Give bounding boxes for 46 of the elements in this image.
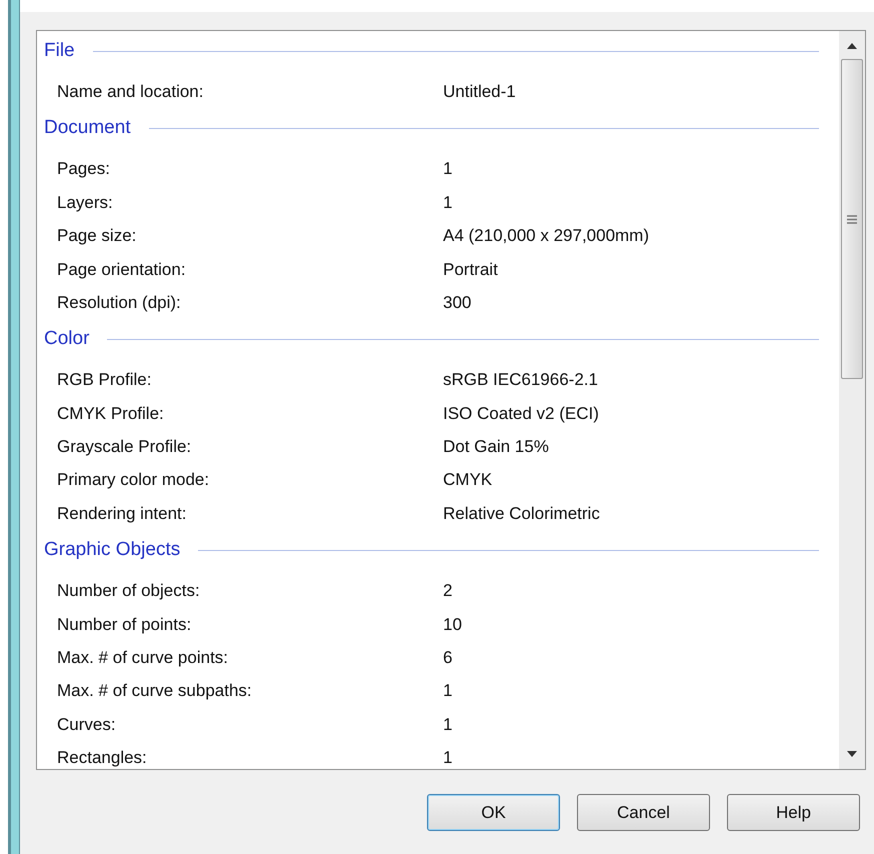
scrollbar-thumb[interactable] xyxy=(841,59,863,379)
property-value: 2 xyxy=(443,580,452,602)
property-value: Relative Colorimetric xyxy=(443,502,600,525)
dialog-button[interactable]: Cancel xyxy=(577,794,710,831)
property-value: A4 (210,000 x 297,000mm) xyxy=(443,225,650,248)
scrollbar[interactable] xyxy=(839,31,865,769)
property-label: Primary color mode: xyxy=(57,469,210,492)
scroll-up-icon[interactable] xyxy=(847,43,857,49)
property-label: Number of objects: xyxy=(57,580,201,602)
property-label: Layers: xyxy=(57,192,114,214)
property-label: Max. # of curve subpaths: xyxy=(57,680,253,702)
property-value: 300 xyxy=(443,292,472,314)
dialog-button[interactable]: Help xyxy=(727,794,860,831)
property-value: 1 xyxy=(443,680,452,702)
property-label: Curves: xyxy=(57,714,117,736)
property-value: Portrait xyxy=(443,258,498,280)
property-label: Number of points: xyxy=(57,614,192,636)
property-label: Name and location: xyxy=(57,80,204,103)
property-label: Rendering intent: xyxy=(57,502,188,525)
property-label: RGB Profile: xyxy=(57,369,152,392)
property-value: 1 xyxy=(443,747,452,769)
property-label: Pages: xyxy=(57,158,111,180)
property-label: Rectangles: xyxy=(57,747,148,769)
property-label: Page size: xyxy=(57,225,138,248)
property-label: Grayscale Profile: xyxy=(57,436,192,458)
property-value: Dot Gain 15% xyxy=(443,436,549,458)
section-heading: Document xyxy=(44,118,131,138)
property-value: 10 xyxy=(443,614,462,636)
property-value: 1 xyxy=(443,714,452,736)
property-label: Max. # of curve points: xyxy=(57,647,230,670)
property-label: Page orientation: xyxy=(57,258,187,280)
section-heading: Graphic Objects xyxy=(44,540,180,560)
scroll-down-icon[interactable] xyxy=(847,751,857,757)
grip-icon xyxy=(847,214,857,224)
property-value: sRGB IEC61966-2.1 xyxy=(443,369,598,392)
property-value: 1 xyxy=(443,192,452,214)
section-heading: File xyxy=(44,41,75,61)
property-value: 1 xyxy=(443,158,452,180)
section-heading: Color xyxy=(44,329,90,350)
dialog-button[interactable]: OK xyxy=(427,794,560,831)
property-value: Untitled-1 xyxy=(443,80,516,103)
property-value: ISO Coated v2 (ECI) xyxy=(443,402,599,425)
property-label: Resolution (dpi): xyxy=(57,292,182,314)
property-label: CMYK Profile: xyxy=(57,402,165,425)
property-value: CMYK xyxy=(443,469,492,492)
property-value: 6 xyxy=(443,647,452,670)
